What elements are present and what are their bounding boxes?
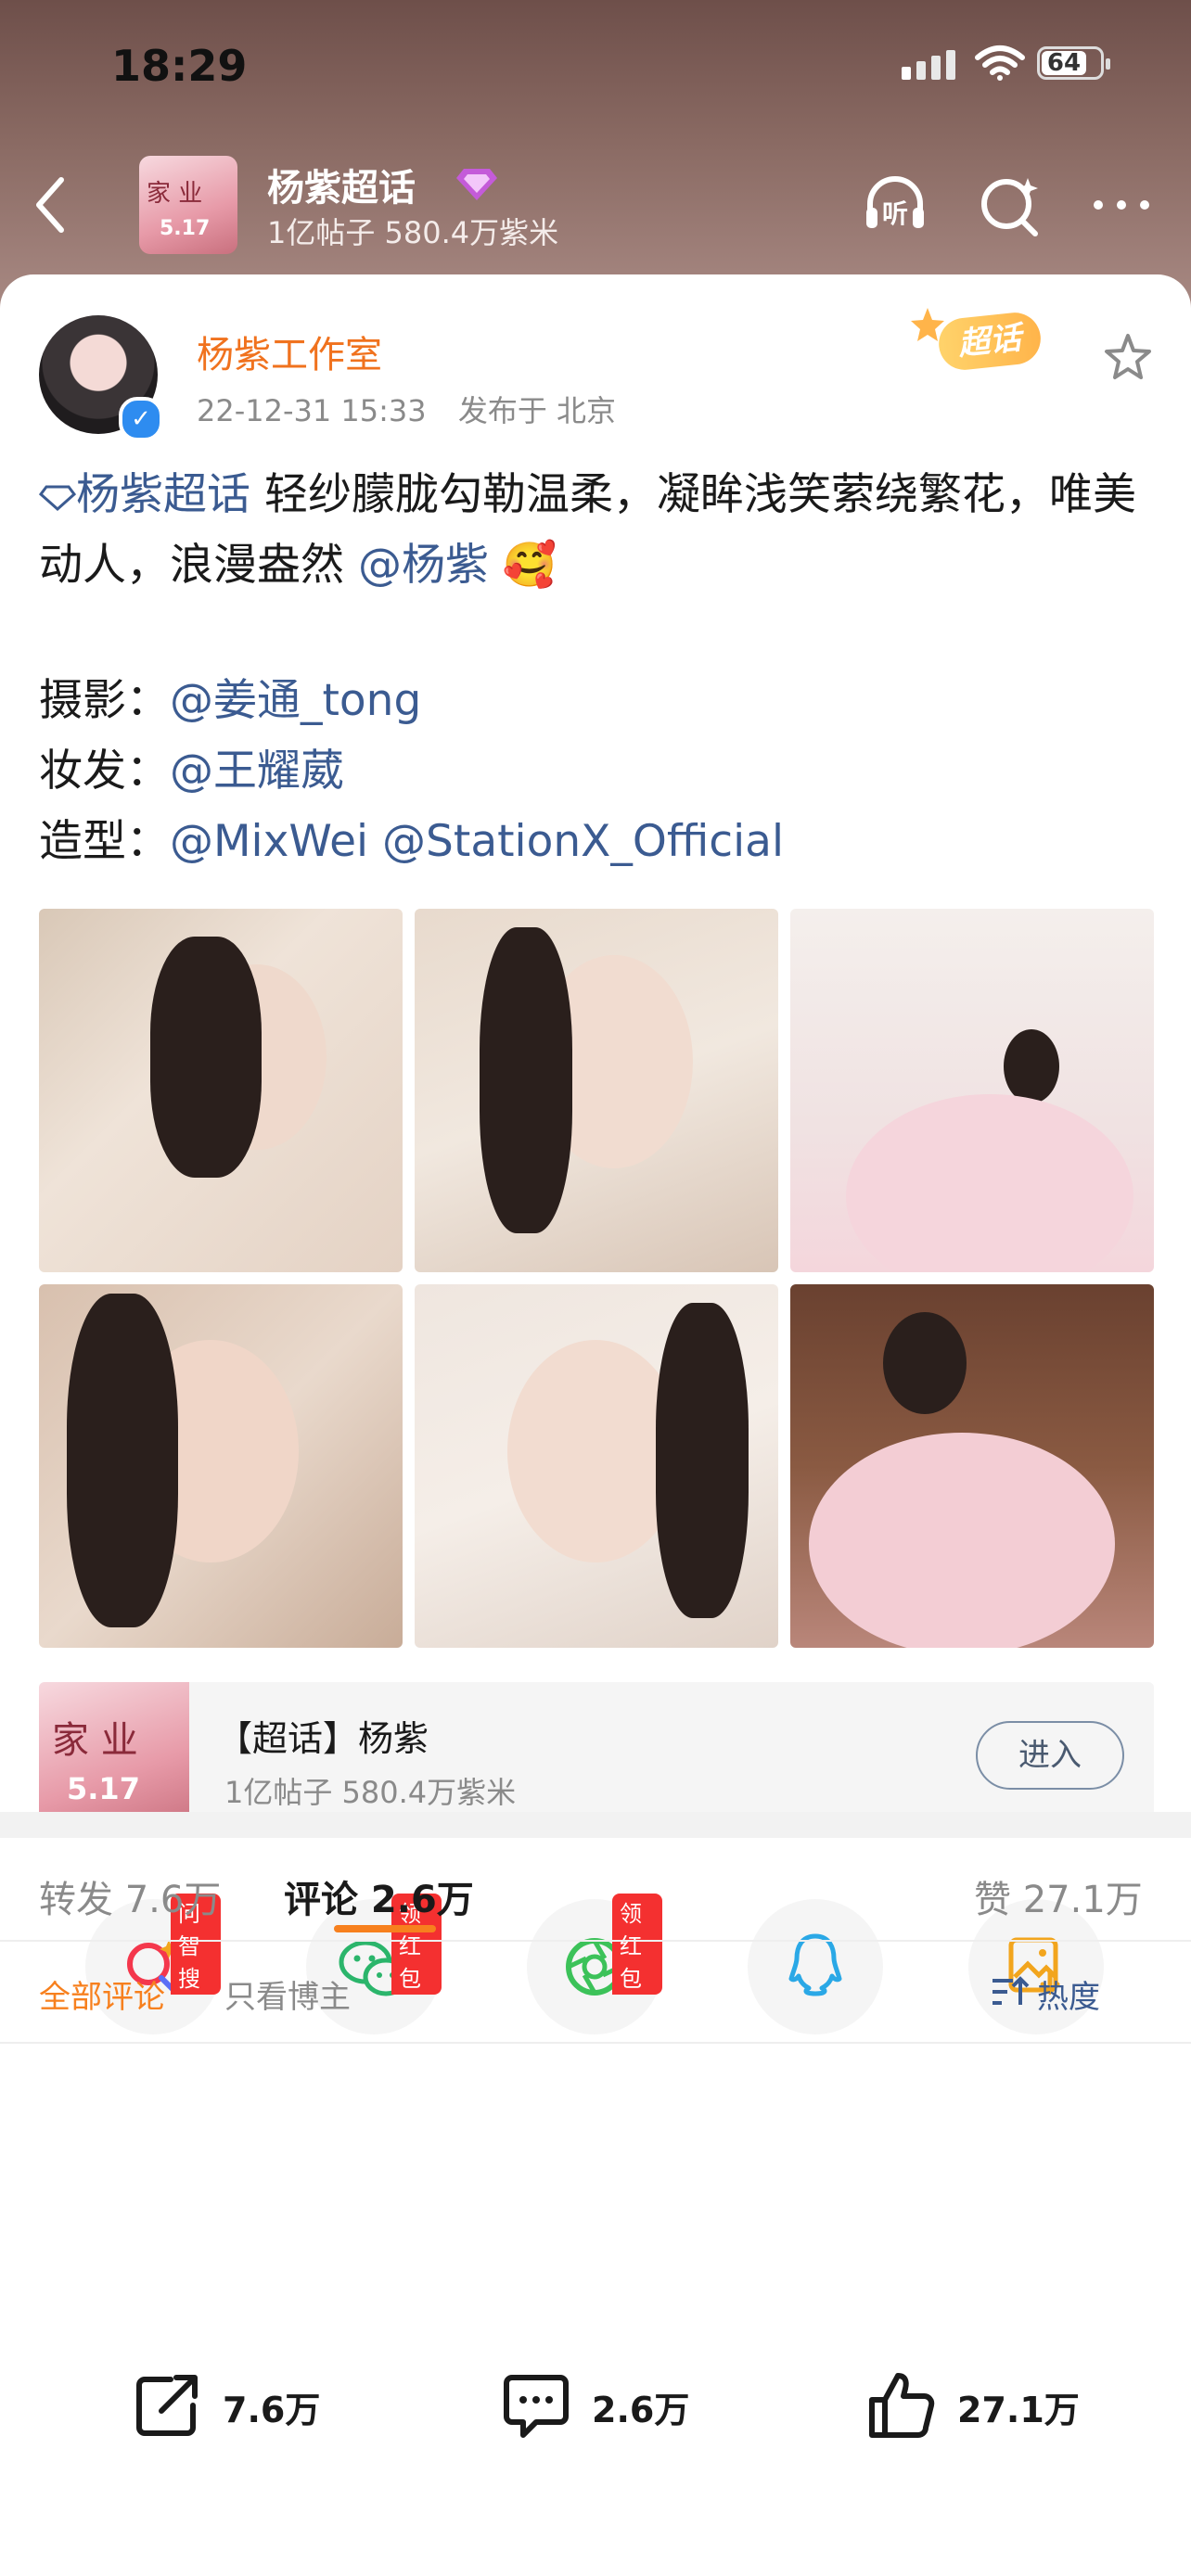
- photo-grid: [39, 909, 1154, 1648]
- avatar-date: 5.17: [160, 217, 211, 240]
- comment-icon: [504, 2375, 569, 2438]
- credit-label: 造型：: [39, 816, 170, 867]
- section-divider: [0, 1812, 1191, 1838]
- repost-icon: [136, 2375, 198, 2436]
- supertopic-badge-label: 超话: [936, 310, 1044, 373]
- credit-mention[interactable]: @姜通_tong: [170, 675, 421, 726]
- repost-count: 7.6万: [223, 2390, 321, 2430]
- author-name[interactable]: 杨紫工作室: [197, 325, 382, 378]
- supertopic-link[interactable]: 杨紫超话: [38, 469, 250, 520]
- cellular-signal-icon: [902, 50, 955, 80]
- credit-mention[interactable]: @MixWei @StationX_Official: [170, 816, 784, 867]
- photo-thumbnail[interactable]: [415, 909, 778, 1272]
- like-thumb-icon: [869, 2373, 935, 2438]
- mention-link[interactable]: @杨紫: [358, 540, 489, 591]
- supertopic-stats: 1亿帖子 580.4万紫米: [267, 215, 559, 250]
- sort-by-heat[interactable]: 热度: [1037, 1971, 1100, 2017]
- comment-count: 2.6万: [592, 2390, 690, 2430]
- status-time: 18:29: [111, 41, 248, 91]
- post-body: 杨紫超话 轻纱朦胧勾勒温柔，凝眸浅笑萦绕繁花，唯美动人，浪漫盎然 @杨紫 🥰: [38, 460, 1161, 601]
- svg-text:听: 听: [882, 198, 908, 229]
- favorite-star-icon[interactable]: [1100, 330, 1156, 386]
- engagement-tabs: 转发 7.6万 评论 2.6万 赞 27.1万: [0, 1838, 1191, 1942]
- wifi-icon: [975, 45, 1025, 81]
- photo-thumbnail[interactable]: [39, 909, 403, 1272]
- photo-thumbnail[interactable]: [39, 1284, 403, 1648]
- credit-line: 摄影：@姜通_tong: [39, 666, 1161, 736]
- credit-label: 摄影：: [39, 675, 170, 726]
- like-button[interactable]: 27.1万: [864, 2368, 1106, 2442]
- tab-likes[interactable]: 赞 27.1万: [974, 1869, 1143, 1923]
- supertopic-card-title: 【超话】杨紫: [217, 1718, 429, 1759]
- enter-button[interactable]: 进入: [976, 1721, 1124, 1790]
- credit-line: 造型：@MixWei @StationX_Official: [39, 807, 1161, 877]
- filter-all-comments[interactable]: 全部评论: [39, 1971, 165, 2017]
- comment-filters: 全部评论 只看博主 热度: [0, 1942, 1191, 2044]
- comment-button[interactable]: 2.6万: [499, 2368, 722, 2442]
- emoji: 🥰: [502, 540, 557, 591]
- top-navigation: 家 业 5.17 杨紫超话 1亿帖子 580.4万紫米 听: [0, 139, 1191, 269]
- battery-icon: 64: [1037, 46, 1110, 80]
- thumb-caption: 家 业: [52, 1719, 138, 1762]
- status-bar: 18:29 64: [0, 0, 1191, 130]
- supertopic-diamond-icon: [38, 485, 77, 511]
- listen-icon[interactable]: 听: [861, 171, 929, 239]
- thumb-date: 5.17: [67, 1771, 140, 1806]
- post-meta: 22-12-31 15:33 发布于 北京: [197, 388, 616, 430]
- post-card: ✓ 杨紫工作室 22-12-31 15:33 发布于 北京 超话 杨紫超话 轻纱…: [0, 274, 1191, 2576]
- like-count: 27.1万: [957, 2390, 1080, 2430]
- avatar-caption: 家 业: [147, 180, 203, 208]
- diamond-icon: [456, 169, 497, 200]
- tab-comments[interactable]: 评论 2.6万: [284, 1869, 474, 1923]
- post-location: 发布于 北京: [457, 393, 616, 428]
- verified-badge-icon: ✓: [119, 397, 163, 441]
- search-icon[interactable]: [976, 171, 1044, 239]
- back-icon[interactable]: [28, 172, 74, 237]
- tab-reposts[interactable]: 转发 7.6万: [39, 1869, 221, 1923]
- filter-author-only[interactable]: 只看博主: [224, 1971, 351, 2017]
- supertopic-avatar[interactable]: 家 业 5.17: [139, 156, 237, 254]
- credit-label: 妆发：: [39, 746, 170, 797]
- photo-thumbnail[interactable]: [415, 1284, 778, 1648]
- photo-thumbnail[interactable]: [790, 909, 1154, 1272]
- credit-mention[interactable]: @王耀葳: [170, 746, 344, 797]
- supertopic-card-stats: 1亿帖子 580.4万紫米: [224, 1775, 517, 1810]
- bottom-action-bar: 7.6万 2.6万 27.1万: [0, 2322, 1191, 2507]
- post-credits: 摄影：@姜通_tong 妆发：@王耀葳 造型：@MixWei @StationX…: [39, 666, 1161, 877]
- repost-button[interactable]: 7.6万: [130, 2368, 352, 2442]
- more-icon[interactable]: [1087, 171, 1156, 239]
- credit-line: 妆发：@王耀葳: [39, 736, 1161, 807]
- sort-icon[interactable]: [991, 1975, 1030, 2009]
- post-timestamp: 22-12-31 15:33: [197, 393, 427, 428]
- battery-level: 64: [1042, 51, 1086, 75]
- photo-thumbnail[interactable]: [790, 1284, 1154, 1648]
- supertopic-badge: 超话: [909, 306, 1048, 380]
- supertopic-card-thumbnail: 家 业 5.17: [39, 1682, 189, 1832]
- supertopic-link-text: 杨紫超话: [76, 469, 250, 520]
- active-tab-indicator: [334, 1925, 436, 1932]
- supertopic-card[interactable]: 家 业 5.17 【超话】杨紫 1亿帖子 580.4万紫米 进入: [39, 1682, 1154, 1832]
- supertopic-title[interactable]: 杨紫超话: [267, 158, 416, 211]
